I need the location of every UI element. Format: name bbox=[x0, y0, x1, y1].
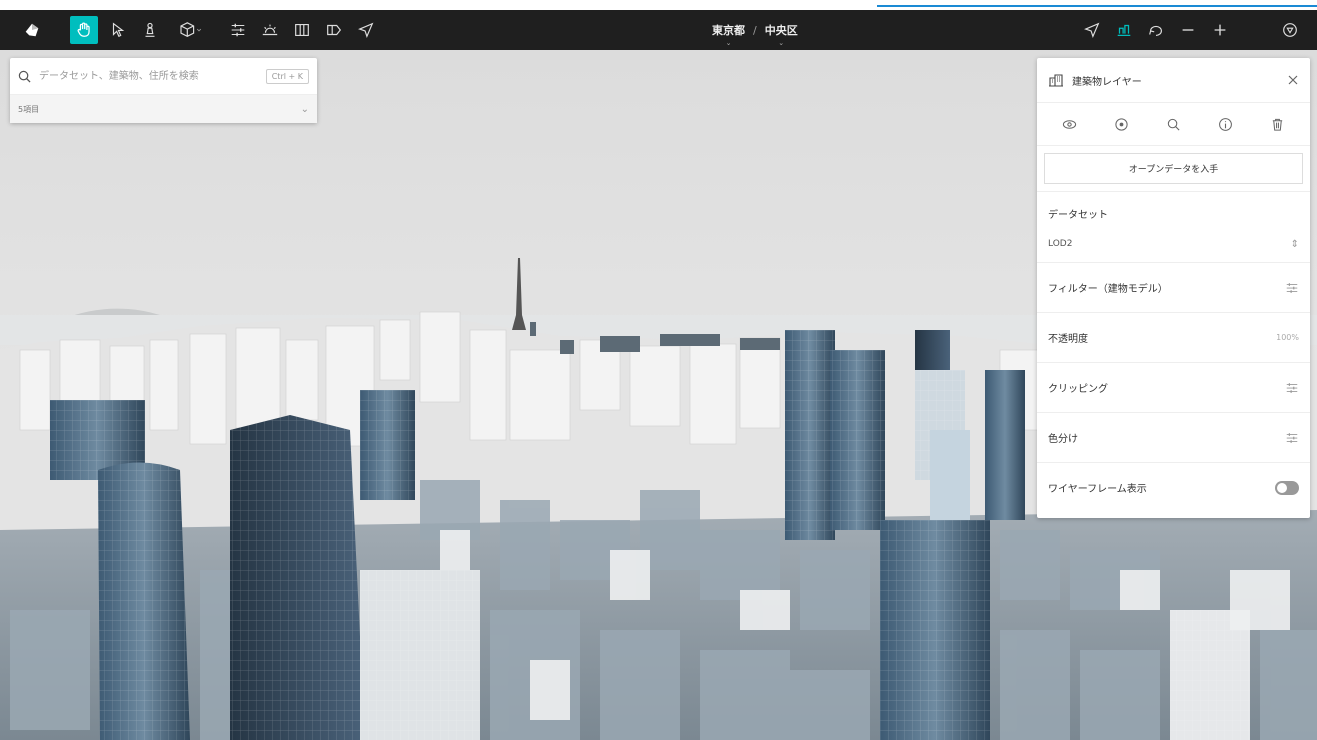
top-strip bbox=[0, 0, 1317, 10]
filter-row[interactable]: フィルター（建物モデル） bbox=[1037, 262, 1310, 312]
chevron-down-icon: ⌄ bbox=[725, 39, 732, 47]
compass-button[interactable] bbox=[1276, 16, 1304, 44]
undo-icon bbox=[1149, 25, 1162, 36]
hand-icon bbox=[77, 22, 90, 37]
trash-icon[interactable] bbox=[1266, 112, 1290, 136]
hand-tool-button[interactable] bbox=[70, 16, 98, 44]
wireframe-row: ワイヤーフレーム表示 bbox=[1037, 462, 1310, 512]
filter-label: フィルター（建物モデル） bbox=[1048, 284, 1168, 295]
pointer-icon bbox=[112, 22, 125, 38]
updown-chevron-icon: ⇕ bbox=[1290, 238, 1299, 250]
breadcrumb-prefecture[interactable]: 東京都 ⌄ bbox=[712, 22, 745, 47]
sliders-icon[interactable] bbox=[1285, 431, 1299, 445]
building-layer-icon bbox=[1049, 74, 1063, 87]
minus-icon bbox=[1182, 29, 1194, 31]
opacity-value: 100% bbox=[1276, 333, 1299, 342]
cube-tool-button[interactable] bbox=[170, 16, 210, 44]
dataset-value: LOD2 bbox=[1048, 239, 1073, 249]
undo-button[interactable] bbox=[1142, 16, 1170, 44]
wireframe-label: ワイヤーフレーム表示 bbox=[1048, 484, 1147, 495]
search-icon bbox=[18, 70, 31, 83]
tag-tool-button[interactable] bbox=[320, 16, 348, 44]
color-coding-label: 色分け bbox=[1048, 434, 1078, 445]
layers-button[interactable] bbox=[1110, 16, 1138, 44]
search-row: Ctrl + K bbox=[10, 58, 317, 95]
plus-icon bbox=[1214, 24, 1226, 36]
clipping-label: クリッピング bbox=[1048, 384, 1108, 395]
building-layer-panel: 建築物レイヤー オープンデータを入手 データセット LOD2 ⇕ フィルター（建… bbox=[1037, 58, 1310, 518]
opacity-row[interactable]: 不透明度 100% bbox=[1037, 312, 1310, 362]
panel-title: 建築物レイヤー bbox=[1072, 76, 1142, 88]
shortcut-badge: Ctrl + K bbox=[265, 68, 309, 84]
compass-icon bbox=[1283, 23, 1297, 37]
breadcrumb-ward[interactable]: 中央区 ⌄ bbox=[764, 22, 798, 47]
breadcrumb-ward-label: 中央区 bbox=[764, 24, 798, 37]
breadcrumb-separator: / bbox=[753, 23, 757, 37]
cube-icon bbox=[180, 22, 202, 37]
send-icon bbox=[358, 22, 374, 38]
book-tool-button[interactable] bbox=[288, 16, 316, 44]
eye-icon[interactable] bbox=[1057, 112, 1081, 136]
sliders-icon[interactable] bbox=[1285, 281, 1299, 295]
items-dropdown[interactable]: 5項目 ⌄ bbox=[10, 95, 317, 123]
close-icon[interactable] bbox=[1287, 74, 1299, 86]
dataset-select[interactable]: LOD2 ⇕ bbox=[1037, 226, 1310, 262]
panel-header: 建築物レイヤー bbox=[1037, 58, 1310, 103]
search-icon[interactable] bbox=[1161, 112, 1185, 136]
breadcrumb: 東京都 ⌄ / 中央区 ⌄ bbox=[712, 10, 798, 50]
search-input[interactable] bbox=[37, 69, 266, 83]
opacity-label: 不透明度 bbox=[1048, 334, 1088, 345]
navigate-icon bbox=[1084, 22, 1100, 38]
pedestrian-tool-button[interactable] bbox=[136, 16, 164, 44]
app-logo-icon[interactable] bbox=[18, 16, 46, 44]
location-pin-icon[interactable] bbox=[1109, 112, 1133, 136]
top-link-underline bbox=[877, 5, 1317, 7]
items-count-label: 5項目 bbox=[18, 104, 40, 114]
sliders-icon bbox=[231, 23, 245, 37]
color-coding-row[interactable]: 色分け bbox=[1037, 412, 1310, 462]
send-tool-button[interactable] bbox=[352, 16, 380, 44]
layers-icon bbox=[1117, 24, 1131, 37]
info-icon[interactable] bbox=[1214, 112, 1238, 136]
navigate-button[interactable] bbox=[1078, 16, 1106, 44]
wireframe-toggle[interactable] bbox=[1275, 480, 1299, 495]
get-open-data-button[interactable]: オープンデータを入手 bbox=[1044, 153, 1303, 184]
dataset-label: データセット bbox=[1048, 209, 1108, 221]
sliders-tool-button[interactable] bbox=[224, 16, 252, 44]
search-panel: Ctrl + K 5項目 ⌄ bbox=[10, 58, 317, 123]
pedestrian-icon bbox=[145, 22, 155, 37]
breadcrumb-prefecture-label: 東京都 bbox=[712, 24, 745, 37]
chevron-down-icon: ⌄ bbox=[300, 103, 309, 115]
zoom-out-button[interactable] bbox=[1174, 16, 1202, 44]
book-icon bbox=[295, 24, 309, 36]
sun-icon bbox=[262, 24, 278, 36]
select-tool-button[interactable] bbox=[104, 16, 132, 44]
tag-icon bbox=[327, 24, 342, 36]
top-toolbar: 東京都 ⌄ / 中央区 ⌄ bbox=[0, 10, 1317, 50]
zoom-in-button[interactable] bbox=[1206, 16, 1234, 44]
clipping-row[interactable]: クリッピング bbox=[1037, 362, 1310, 412]
panel-action-bar bbox=[1037, 103, 1310, 146]
sun-tool-button[interactable] bbox=[256, 16, 284, 44]
sliders-icon[interactable] bbox=[1285, 381, 1299, 395]
chevron-down-icon: ⌄ bbox=[778, 39, 785, 47]
